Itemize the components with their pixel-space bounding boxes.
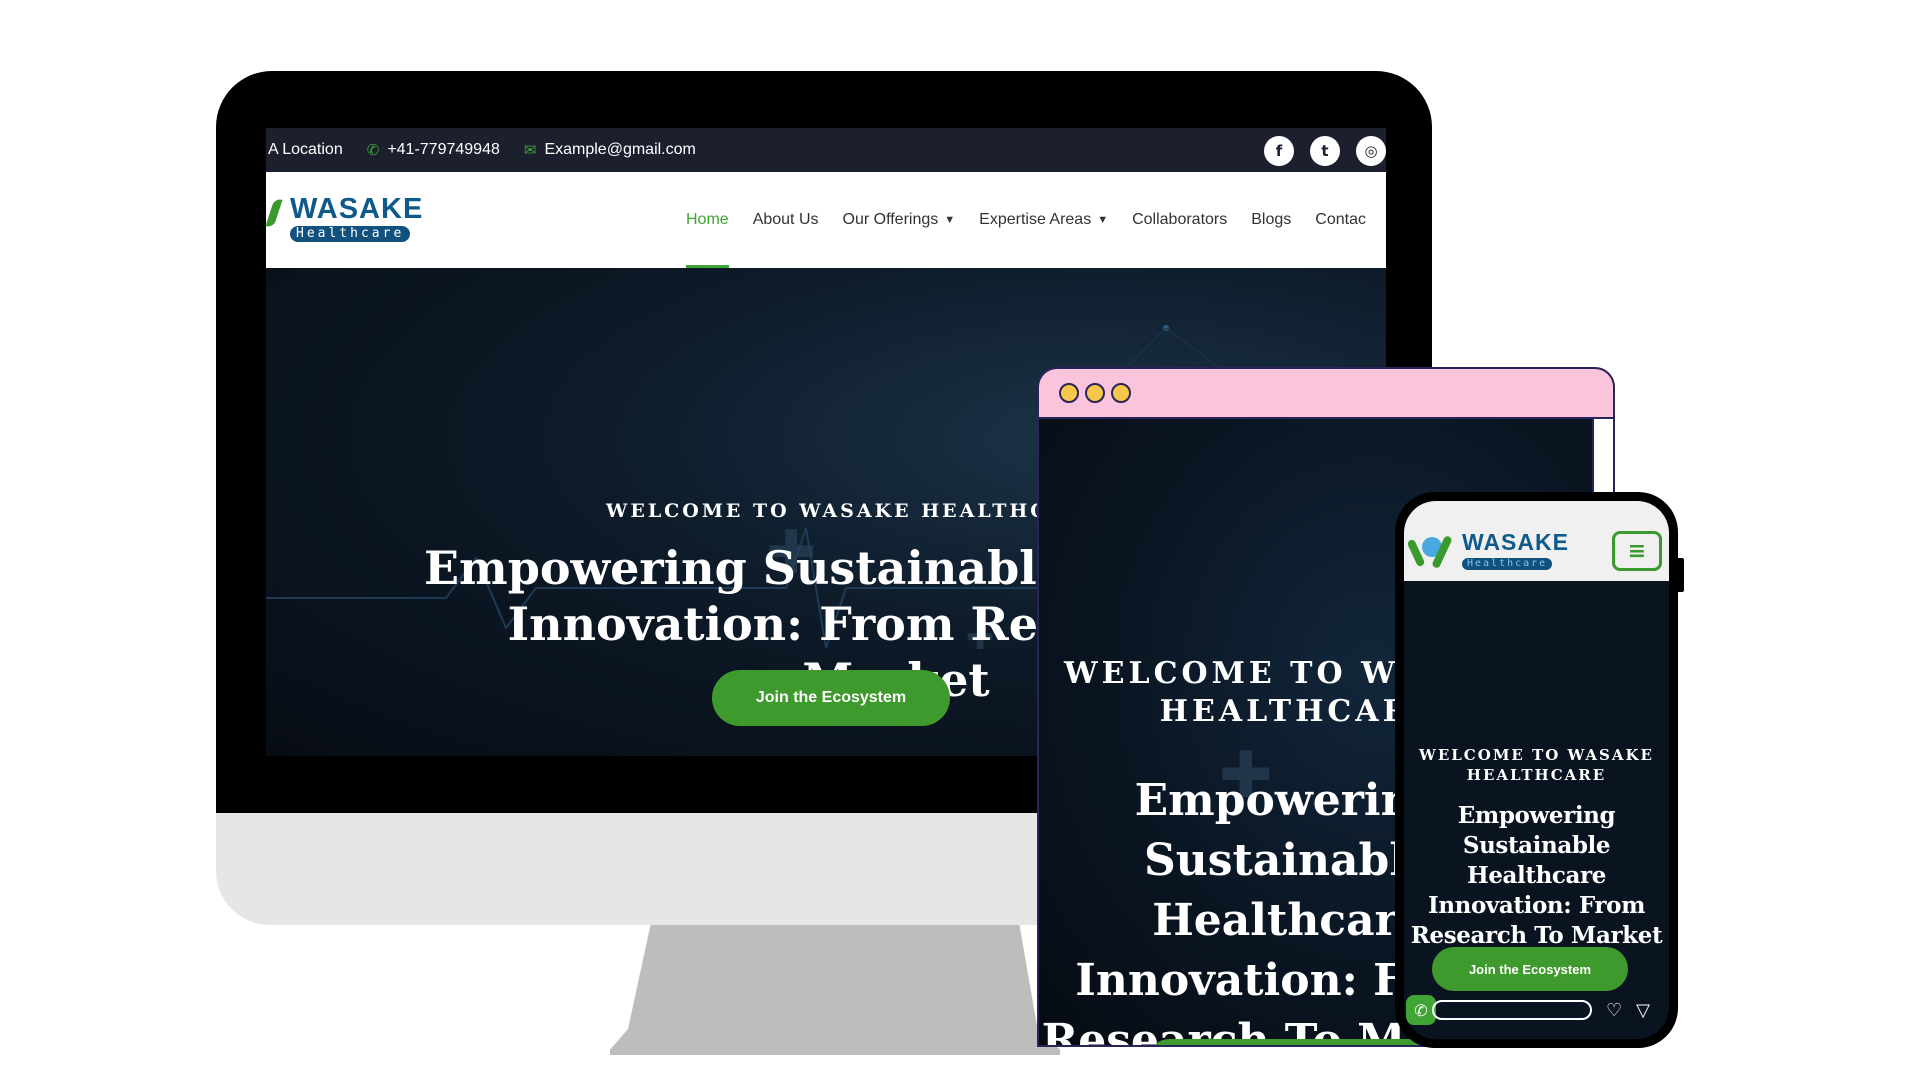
phone-logo-subtitle: Healthcare [1462,558,1553,570]
phone-device: WASAKE Healthcare ≡ WELCOME TO WASAKE HE… [1395,492,1678,1048]
chevron-down-icon: ▼ [944,214,956,226]
join-ecosystem-button[interactable]: Join the Ecosystem [712,670,950,726]
monitor-stand [610,925,1060,1055]
message-field[interactable] [1432,1000,1592,1020]
nav-item-collaborators[interactable]: Collaborators [1132,172,1227,268]
nav-item-contact[interactable]: Contac [1315,172,1366,268]
email-text[interactable]: Example@gmail.com [544,141,695,159]
phone-title: Empowering Sustainable Healthcare Innova… [1410,802,1663,949]
chevron-down-icon: ▼ [1097,214,1109,226]
phone-info[interactable]: ✆ +41-779749948 [367,141,500,159]
social-links: f t ◎ [1264,136,1386,166]
phone-screen: WASAKE Healthcare ≡ WELCOME TO WASAKE HE… [1404,501,1669,1039]
phone-welcome: WELCOME TO WASAKE HEALTHCARE [1418,746,1654,784]
phone-navbar: WASAKE Healthcare ≡ [1404,501,1669,581]
phone-logo-name: WASAKE [1462,529,1569,555]
window-dot-icon[interactable] [1059,383,1079,403]
nav-item-offerings[interactable]: Our Offerings ▼ [843,172,956,268]
twitter-icon[interactable]: t [1310,136,1340,166]
nav-menu: Home About Us Our Offerings ▼ Expertise A… [686,172,1366,268]
top-info-bar: A Location ✆ +41-779749948 ✉ Example@gma… [266,128,1386,172]
location-info: A Location [268,141,343,159]
phone-logo[interactable]: WASAKE Healthcare [1406,529,1569,571]
phone-icon: ✆ [366,142,380,159]
main-navbar: WASAKE Healthcare Home About Us Our Offe… [266,172,1386,268]
nav-item-about[interactable]: About Us [753,172,819,268]
phone-text[interactable]: +41-779749948 [387,141,500,159]
filter-icon[interactable]: ▽ [1636,1000,1650,1021]
site-logo[interactable]: WASAKE Healthcare [266,194,423,242]
hamburger-menu-icon[interactable]: ≡ [1612,531,1662,571]
heart-icon[interactable]: ♡ [1606,1000,1622,1021]
location-text: A Location [268,141,343,158]
logo-name: WASAKE [290,193,424,225]
window-dot-icon[interactable] [1111,383,1131,403]
phone-join-button[interactable]: Join the Ecosystem [1432,947,1628,991]
email-info[interactable]: ✉ Example@gmail.com [524,141,696,159]
browser-titlebar [1039,369,1613,419]
window-dot-icon[interactable] [1085,383,1105,403]
facebook-icon[interactable]: f [1264,136,1294,166]
phone-bottom-bar: ✆ ♡ ▽ [1406,993,1666,1027]
instagram-icon[interactable]: ◎ [1356,136,1386,166]
nav-item-blogs[interactable]: Blogs [1251,172,1291,268]
leaf-icon [266,194,288,234]
mail-icon: ✉ [523,142,537,159]
logo-subtitle: Healthcare [290,226,411,242]
nav-item-home[interactable]: Home [686,172,729,268]
nav-item-expertise[interactable]: Expertise Areas ▼ [979,172,1108,268]
hero-welcome: WELCOME TO WASAKE HEALTHCARE [606,500,1103,522]
tablet-join-button[interactable] [1149,1039,1449,1045]
logo-mark-icon [1406,531,1462,571]
